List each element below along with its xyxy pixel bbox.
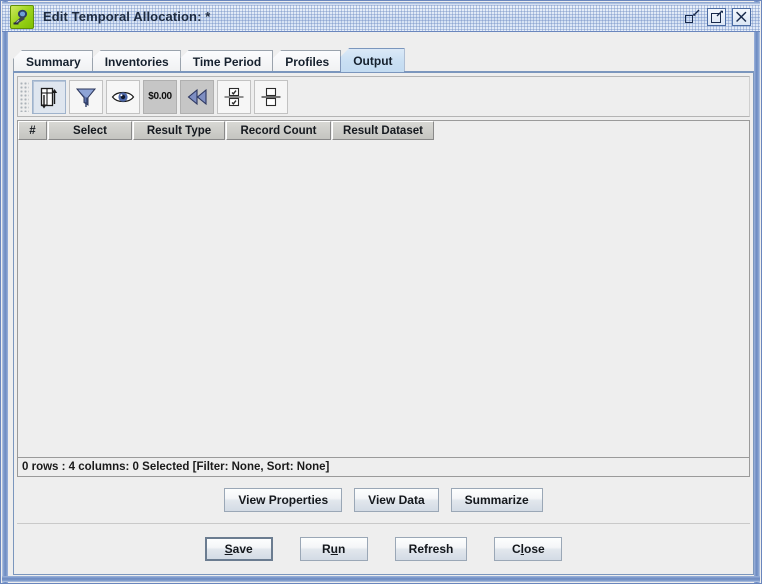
column-header-result-type[interactable]: Result Type [133, 121, 225, 140]
run-mnemonic: Run [321, 542, 346, 556]
column-header-index[interactable]: # [18, 121, 47, 140]
table-status-bar: 0 rows : 4 columns: 0 Selected [Filter: … [17, 458, 750, 477]
close-icon [736, 11, 747, 22]
split-view-button[interactable] [254, 79, 288, 114]
window-title: Edit Temporal Allocation: * [43, 9, 211, 24]
table-actions-row: View Properties View Data Summarize [14, 477, 753, 523]
window-frame-right [754, 1, 760, 583]
rewind-button[interactable] [180, 79, 214, 114]
maximize-button[interactable] [707, 7, 726, 26]
telescope-glyph [13, 9, 28, 24]
view-data-button[interactable]: View Data [354, 488, 439, 512]
tab-time-period[interactable]: Time Period [179, 50, 274, 72]
view-properties-button[interactable]: View Properties [224, 488, 343, 512]
output-panel: $0.00 # Select Result Type Record Count … [13, 73, 754, 575]
window-content: Summary Inventories Time Period Profiles… [8, 33, 754, 575]
tab-inventories[interactable]: Inventories [91, 50, 181, 72]
close-mnemonic: Close [511, 542, 545, 556]
window-frame-bottom [2, 576, 760, 582]
restore-button[interactable] [682, 8, 701, 26]
filter-button[interactable] [69, 79, 103, 114]
currency-icon: $0.00 [148, 91, 172, 102]
column-sort-icon [40, 87, 58, 108]
application-window: Edit Temporal Allocation: * Summary Inve… [0, 0, 762, 584]
tab-summary[interactable]: Summary [13, 50, 93, 72]
summarize-button[interactable]: Summarize [450, 488, 543, 512]
close-button[interactable] [732, 7, 751, 26]
show-hide-button[interactable] [106, 79, 140, 114]
results-table: # Select Result Type Record Count Result… [17, 120, 750, 458]
telescope-icon [10, 4, 34, 29]
tab-output[interactable]: Output [340, 48, 405, 72]
save-mnemonic: Save [224, 542, 253, 556]
save-button[interactable]: Save [204, 537, 273, 561]
table-header-row: # Select Result Type Record Count Result… [18, 121, 749, 140]
arrow-up-right-icon [716, 10, 723, 16]
format-button[interactable]: $0.00 [143, 79, 177, 114]
table-toolbar: $0.00 [17, 76, 750, 117]
dialog-actions-row: Save Run Refresh Close [14, 524, 753, 574]
column-header-record-count[interactable]: Record Count [226, 121, 331, 140]
rewind-icon [187, 88, 207, 105]
eye-icon [111, 91, 135, 102]
run-button[interactable]: Run [299, 537, 368, 561]
tab-bar: Summary Inventories Time Period Profiles… [13, 47, 754, 72]
table-header-filler [435, 121, 749, 140]
sort-columns-button[interactable] [32, 79, 66, 114]
column-header-select[interactable]: Select [48, 121, 132, 140]
window-controls [682, 7, 751, 26]
funnel-icon [75, 88, 97, 107]
split-view-icon [261, 87, 281, 106]
column-header-result-dataset[interactable]: Result Dataset [332, 121, 434, 140]
select-rows-icon [224, 87, 244, 106]
select-rows-button[interactable] [217, 79, 251, 114]
drag-handle[interactable] [20, 81, 29, 112]
arrow-up-left-icon [693, 9, 700, 16]
table-body[interactable] [18, 140, 749, 457]
close-button-footer[interactable]: Close [494, 537, 563, 561]
refresh-button[interactable]: Refresh [394, 537, 468, 561]
tab-profiles[interactable]: Profiles [272, 50, 342, 72]
title-bar: Edit Temporal Allocation: * [2, 2, 760, 32]
